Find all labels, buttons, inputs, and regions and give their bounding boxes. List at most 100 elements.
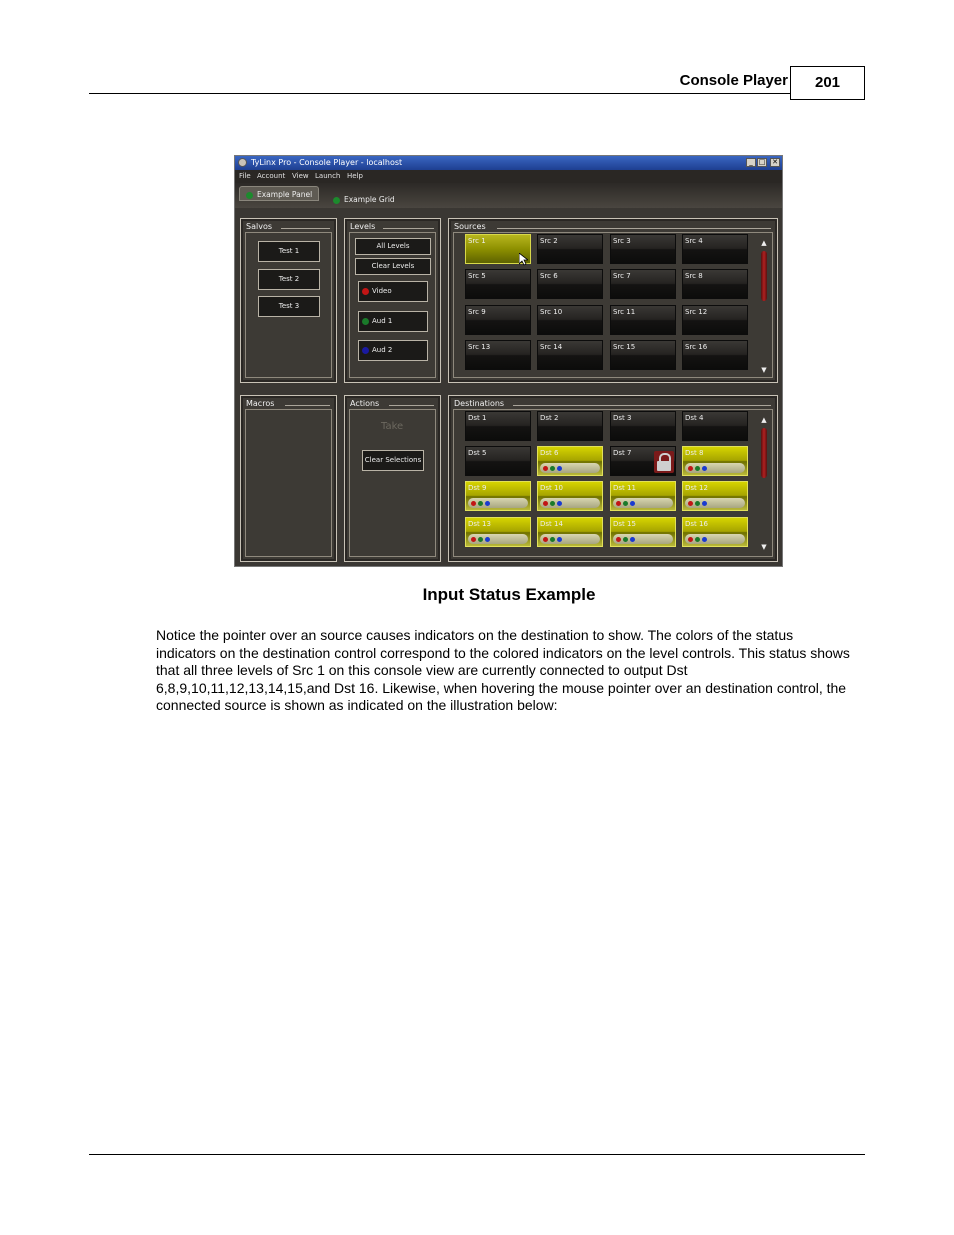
source-button-6[interactable]: Src 6 [537, 269, 603, 299]
destination-label: Dst 2 [540, 414, 559, 422]
destinations-scrollbar[interactable]: ▲ ▼ [760, 416, 768, 556]
source-button-5[interactable]: Src 5 [465, 269, 531, 299]
title-rule [285, 405, 330, 406]
scroll-thumb[interactable] [761, 251, 767, 301]
status-indicator-icon [471, 500, 476, 506]
menu-launch[interactable]: Launch [315, 170, 340, 183]
menu-file[interactable]: File [239, 170, 251, 183]
status-bar [685, 463, 745, 473]
all-levels-button[interactable]: All Levels [355, 238, 431, 255]
destination-button-7[interactable]: Dst 7 [610, 446, 676, 476]
destination-button-4[interactable]: Dst 4 [682, 411, 748, 441]
destination-button-13[interactable]: Dst 13 [465, 517, 531, 547]
status-indicator-icon [485, 500, 490, 506]
status-indicator-icon [550, 536, 555, 542]
source-label: Src 1 [468, 237, 486, 245]
take-button[interactable]: Take [381, 421, 403, 432]
status-bar [540, 498, 600, 508]
source-button-3[interactable]: Src 3 [610, 234, 676, 264]
maximize-button[interactable]: □ [757, 158, 767, 167]
tab-label: Example Grid [344, 195, 395, 204]
tab-status-icon [246, 191, 253, 199]
clear-selections-button[interactable]: Clear Selections [362, 450, 424, 471]
destination-label: Dst 14 [540, 520, 563, 528]
status-indicator-icon [543, 536, 548, 542]
source-button-2[interactable]: Src 2 [537, 234, 603, 264]
destination-button-11[interactable]: Dst 11 [610, 481, 676, 511]
window-title: TyLinx Pro - Console Player - localhost [251, 158, 403, 167]
status-bar [468, 534, 528, 544]
destination-label: Dst 13 [468, 520, 491, 528]
source-button-14[interactable]: Src 14 [537, 340, 603, 370]
scroll-thumb[interactable] [761, 428, 767, 478]
status-bar [685, 498, 745, 508]
destination-button-6[interactable]: Dst 6 [537, 446, 603, 476]
destination-label: Dst 11 [613, 484, 636, 492]
levels-panel: Levels All Levels Clear Levels Video Aud… [344, 218, 441, 383]
destination-button-3[interactable]: Dst 3 [610, 411, 676, 441]
panel-title: Actions [350, 399, 384, 408]
destination-label: Dst 4 [685, 414, 704, 422]
source-button-10[interactable]: Src 10 [537, 305, 603, 335]
destination-button-5[interactable]: Dst 5 [465, 446, 531, 476]
panel-frame [245, 409, 332, 557]
destination-button-14[interactable]: Dst 14 [537, 517, 603, 547]
status-indicator-icon [557, 500, 562, 506]
source-button-16[interactable]: Src 16 [682, 340, 748, 370]
source-button-12[interactable]: Src 12 [682, 305, 748, 335]
source-label: Src 8 [685, 272, 703, 280]
tab-label: Example Panel [257, 190, 313, 199]
source-button-9[interactable]: Src 9 [465, 305, 531, 335]
menu-help[interactable]: Help [347, 170, 363, 183]
close-button[interactable]: ✕ [770, 158, 780, 167]
level-aud-1[interactable]: Aud 1 [358, 311, 428, 332]
source-button-11[interactable]: Src 11 [610, 305, 676, 335]
level-aud-2[interactable]: Aud 2 [358, 340, 428, 361]
status-indicator-icon [688, 500, 693, 506]
tab-example-panel[interactable]: Example Panel [239, 186, 319, 201]
status-indicator-icon [688, 536, 693, 542]
status-indicator-icon [702, 536, 707, 542]
destination-button-1[interactable]: Dst 1 [465, 411, 531, 441]
panel-title: Destinations [454, 399, 509, 408]
source-label: Src 15 [613, 343, 636, 351]
clear-levels-button[interactable]: Clear Levels [355, 258, 431, 275]
destination-label: Dst 6 [540, 449, 559, 457]
destination-button-16[interactable]: Dst 16 [682, 517, 748, 547]
status-indicator-icon [550, 500, 555, 506]
salvo-button-test-1[interactable]: Test 1 [258, 241, 320, 262]
tab-example-grid[interactable]: Example Grid [333, 193, 395, 207]
destination-button-9[interactable]: Dst 9 [465, 481, 531, 511]
source-button-4[interactable]: Src 4 [682, 234, 748, 264]
destination-button-2[interactable]: Dst 2 [537, 411, 603, 441]
source-label: Src 10 [540, 308, 563, 316]
source-label: Src 7 [613, 272, 631, 280]
destination-button-10[interactable]: Dst 10 [537, 481, 603, 511]
lock-icon [654, 451, 674, 473]
mouse-pointer-icon [519, 253, 528, 266]
title-rule [513, 405, 771, 406]
menu-view[interactable]: View [292, 170, 309, 183]
panel-title: Levels [350, 222, 380, 231]
level-video[interactable]: Video [358, 281, 428, 302]
destination-button-15[interactable]: Dst 15 [610, 517, 676, 547]
scroll-down-icon[interactable]: ▼ [760, 366, 768, 374]
minimize-button[interactable]: _ [746, 158, 756, 167]
source-label: Src 12 [685, 308, 708, 316]
menu-account[interactable]: Account [257, 170, 285, 183]
source-button-13[interactable]: Src 13 [465, 340, 531, 370]
scroll-down-icon[interactable]: ▼ [760, 543, 768, 551]
scroll-up-icon[interactable]: ▲ [760, 239, 768, 247]
source-button-7[interactable]: Src 7 [610, 269, 676, 299]
destination-button-8[interactable]: Dst 8 [682, 446, 748, 476]
status-indicator-icon [557, 536, 562, 542]
destination-button-12[interactable]: Dst 12 [682, 481, 748, 511]
destination-label: Dst 10 [540, 484, 563, 492]
sources-scrollbar[interactable]: ▲ ▼ [760, 239, 768, 379]
salvo-button-test-3[interactable]: Test 3 [258, 296, 320, 317]
source-button-15[interactable]: Src 15 [610, 340, 676, 370]
scroll-up-icon[interactable]: ▲ [760, 416, 768, 424]
salvo-button-test-2[interactable]: Test 2 [258, 269, 320, 290]
source-button-8[interactable]: Src 8 [682, 269, 748, 299]
footer-rule [89, 1154, 865, 1155]
